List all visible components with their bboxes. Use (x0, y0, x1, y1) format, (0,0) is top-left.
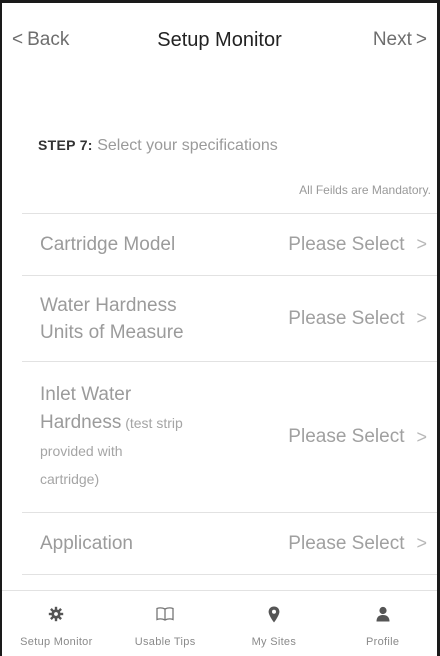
row-label: Water Hardness Units of Measure (40, 292, 184, 346)
select-value: Please Select (288, 307, 405, 329)
spec-form: Cartridge Model Please Select > Water Ha… (22, 213, 437, 575)
next-button[interactable]: Next > (373, 3, 427, 51)
app-frame: < Back Next > Setup Monitor STEP 7: Sele… (0, 0, 440, 656)
row-hardness-units[interactable]: Water Hardness Units of Measure Please S… (22, 276, 437, 362)
chevron-right-icon: > (416, 234, 427, 254)
step-text: Select your specifications (97, 137, 278, 154)
tab-bar: Setup Monitor Usable Tips My Sites Profi… (2, 590, 437, 656)
row-application[interactable]: Application Please Select > (22, 513, 437, 575)
tab-my-sites[interactable]: My Sites (220, 591, 329, 656)
chevron-right-icon: > (416, 533, 427, 553)
chevron-right-icon: > (416, 426, 427, 447)
tab-setup-monitor[interactable]: Setup Monitor (2, 591, 111, 656)
row-inlet-water-hardness[interactable]: Inlet Water Hardness (test strip provide… (22, 362, 437, 513)
chevron-right-icon: > (416, 308, 427, 328)
row-label: Application (40, 533, 133, 554)
tab-label: My Sites (251, 636, 297, 648)
row-hint: cartridge) (40, 471, 100, 487)
tab-label: Setup Monitor (20, 636, 93, 648)
map-pin-icon (268, 603, 280, 625)
back-button[interactable]: < Back (12, 3, 69, 51)
step-instruction: STEP 7: Select your specifications (38, 137, 278, 155)
chevron-left-icon: < (12, 29, 24, 50)
book-icon (156, 603, 174, 625)
row-hint: (test strip (121, 415, 183, 431)
chevron-right-icon: > (415, 29, 427, 50)
back-label: Back (27, 29, 70, 50)
select-value: Please Select (288, 426, 405, 447)
row-label: Inlet Water Hardness (test strip provide… (40, 381, 183, 493)
row-label-text: Hardness (40, 412, 122, 433)
person-icon (376, 603, 390, 625)
tab-profile[interactable]: Profile (328, 591, 437, 656)
select-value: Please Select (288, 233, 405, 255)
row-hint: provided with (40, 443, 123, 459)
row-label-line: Inlet Water (40, 384, 132, 405)
tab-usable-tips[interactable]: Usable Tips (111, 591, 220, 656)
row-label: Cartridge Model (40, 234, 176, 255)
hardness-units-select[interactable]: Please Select > (288, 308, 427, 330)
row-label-line: Water Hardness (40, 294, 177, 316)
step-number: STEP 7: (38, 137, 93, 153)
page-title: Setup Monitor (157, 29, 282, 51)
next-label: Next (372, 29, 412, 50)
tab-label: Profile (365, 636, 400, 648)
gear-icon (48, 603, 64, 625)
mandatory-note: All Feilds are Mandatory. (299, 183, 431, 197)
tab-label: Usable Tips (134, 636, 196, 648)
cartridge-model-select[interactable]: Please Select > (288, 234, 427, 256)
application-select[interactable]: Please Select > (288, 533, 427, 555)
row-label-line: Hardness (test strip (40, 409, 183, 437)
row-label-line: Units of Measure (40, 321, 184, 343)
select-value: Please Select (288, 532, 405, 554)
row-cartridge-model[interactable]: Cartridge Model Please Select > (22, 214, 437, 276)
inlet-hardness-select[interactable]: Please Select > (288, 426, 427, 448)
